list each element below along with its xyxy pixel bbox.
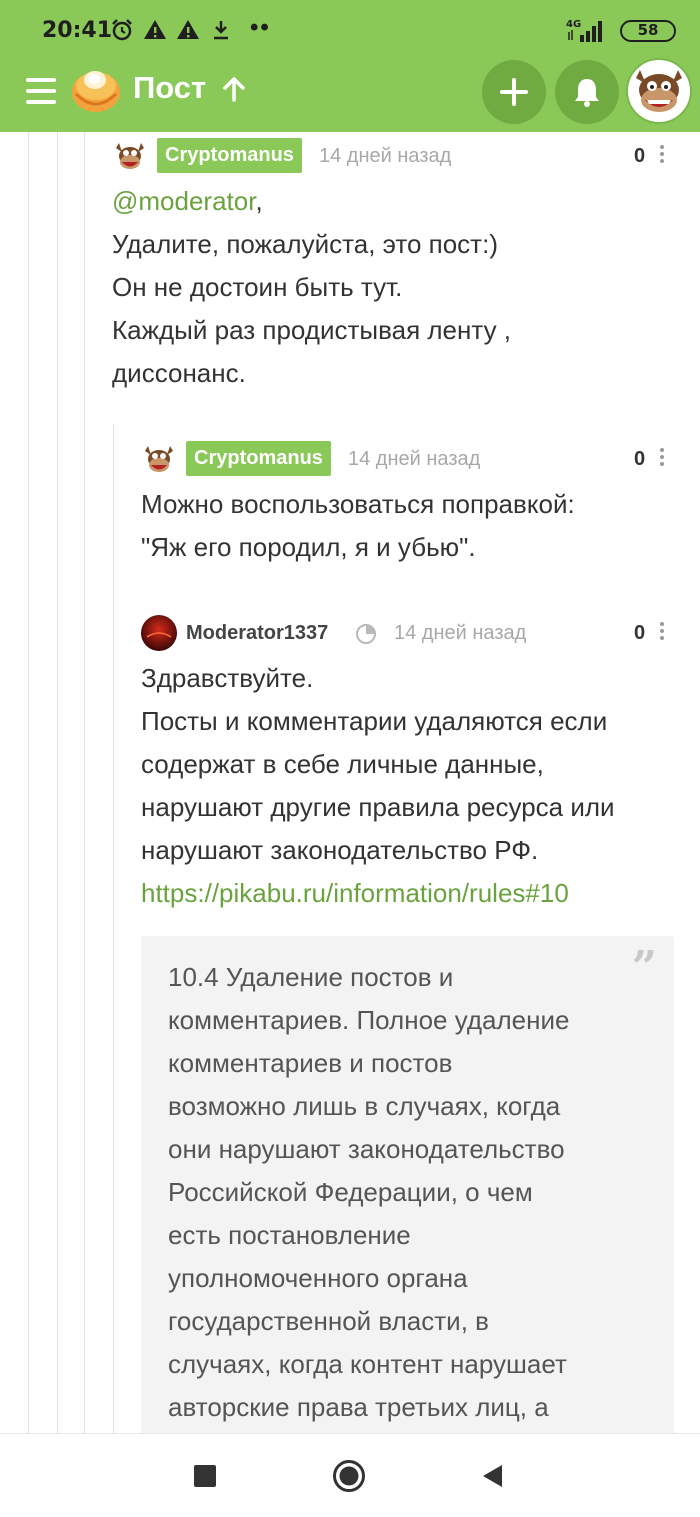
thread-line (113, 424, 114, 1434)
add-post-button[interactable] (482, 60, 546, 124)
user-avatar[interactable] (626, 58, 692, 124)
comment-line: Здравствуйте. (141, 663, 314, 693)
comment-line: Каждый раз продистывая ленту , (112, 315, 512, 345)
comment-time: 14 дней назад (348, 448, 481, 470)
comment-body: @moderator, Удалите, пожалуйста, это пос… (112, 180, 672, 395)
signal-icon: 4G (566, 19, 602, 42)
more-options-icon[interactable] (660, 145, 664, 166)
app-bar: Пост (0, 58, 700, 132)
warning-icon (144, 20, 166, 39)
menu-button[interactable] (26, 78, 56, 104)
quote-line: случаях, когда контент нарушает (168, 1349, 567, 1379)
thread-line (28, 132, 29, 1434)
page-title: Пост (133, 70, 207, 105)
thread-line (84, 132, 85, 1434)
comment: Moderator1337 14 дней назад 0 Здравствуй… (141, 613, 672, 915)
system-nav-bar (0, 1433, 700, 1517)
network-type: 4G (566, 19, 581, 30)
comment-time: 14 дней назад (319, 145, 452, 167)
quote-line: Российской Федерации, о чем (168, 1177, 533, 1207)
author-name[interactable]: Moderator1337 (186, 619, 328, 647)
author-name[interactable]: Cryptomanus (157, 138, 302, 173)
taz-avatar-icon (636, 70, 682, 112)
quote-line: они нарушают законодательство (168, 1134, 565, 1164)
comment-line: "Яж его породил, я и убью". (141, 532, 476, 562)
bell-icon (575, 79, 599, 107)
comment-line: диссонанс. (112, 358, 246, 388)
rules-link[interactable]: https://pikabu.ru/information/rules#10 (141, 872, 672, 915)
plus-icon (500, 78, 528, 106)
quote-line: 10.4 Удаление постов и (168, 962, 454, 992)
comment-line: Удалите, пожалуйста, это пост:) (112, 229, 498, 259)
comment-rating: 0 (634, 145, 646, 167)
quote-line: комментариев. Полное удаление (168, 1005, 570, 1035)
comment-line: нарушают законодательство РФ. (141, 835, 539, 865)
comment-header: Cryptomanus 14 дней назад 0 (112, 136, 672, 176)
back-button[interactable] (482, 1464, 504, 1488)
comment-line: @moderator, (112, 180, 672, 223)
quote-line: уполномоченного органа (168, 1263, 468, 1293)
more-options-icon[interactable] (660, 622, 664, 643)
thread-line (57, 132, 58, 1434)
status-time: 20:41 (42, 18, 113, 43)
battery-icon: 58 (620, 20, 676, 42)
notifications-button[interactable] (555, 60, 619, 124)
comment-rating: 0 (634, 622, 646, 644)
moderator-badge-icon (356, 624, 376, 644)
download-icon (214, 21, 228, 40)
comment-line: Посты и комментарии удаляются если (141, 706, 608, 736)
comment-rating: 0 (634, 448, 646, 470)
mention-suffix: , (255, 186, 263, 216)
quote-line: возможно лишь в случаях, когда (168, 1091, 561, 1121)
author-avatar[interactable] (141, 615, 177, 651)
comment-body: Здравствуйте. Посты и комментарии удаляю… (141, 657, 672, 915)
pikabu-logo-icon[interactable] (70, 64, 122, 114)
comment-line: Он не достоин быть тут. (112, 272, 403, 302)
top-bar: 20:41 •• 4G 58 Пост (0, 0, 700, 132)
comment-line: нарушают другие правила ресурса или (141, 792, 615, 822)
home-button[interactable] (332, 1459, 366, 1493)
comment-header: Moderator1337 14 дней назад 0 (141, 613, 672, 653)
recent-apps-button[interactable] (193, 1464, 217, 1488)
alarm-icon (112, 19, 132, 41)
comment: Cryptomanus 14 дней назад 0 @moderator, … (112, 136, 672, 395)
scroll-up-icon[interactable] (222, 76, 246, 102)
user-mention-link[interactable]: @moderator (112, 186, 255, 216)
quote-line: есть постановление (168, 1220, 411, 1250)
quote-line: государственной власти, в (168, 1306, 489, 1336)
quote-block: ” 10.4 Удаление постов и комментариев. П… (141, 936, 674, 1456)
warning-icon (177, 20, 199, 39)
comment-body: Можно воспользоваться поправкой: "Яж его… (141, 483, 672, 569)
comment-line: содержат в себе личные данные, (141, 749, 544, 779)
more-notifications-icon: •• (250, 14, 271, 41)
comment-header: Cryptomanus 14 дней назад 0 (141, 439, 672, 479)
quote-line: комментариев и постов (168, 1048, 453, 1078)
quote-text: 10.4 Удаление постов и комментариев. Пол… (168, 956, 638, 1429)
quote-line: авторские права третьих лиц, а (168, 1392, 549, 1422)
comment: Cryptomanus 14 дней назад 0 Можно воспол… (141, 439, 672, 569)
comment-time: 14 дней назад (394, 622, 527, 644)
comment-line: Можно воспользоваться поправкой: (141, 489, 575, 519)
status-bar: 20:41 •• 4G 58 (0, 0, 700, 60)
author-name[interactable]: Cryptomanus (186, 441, 331, 476)
battery-level: 58 (637, 21, 659, 39)
author-avatar[interactable] (112, 138, 148, 174)
more-options-icon[interactable] (660, 448, 664, 469)
author-avatar[interactable] (141, 441, 177, 477)
